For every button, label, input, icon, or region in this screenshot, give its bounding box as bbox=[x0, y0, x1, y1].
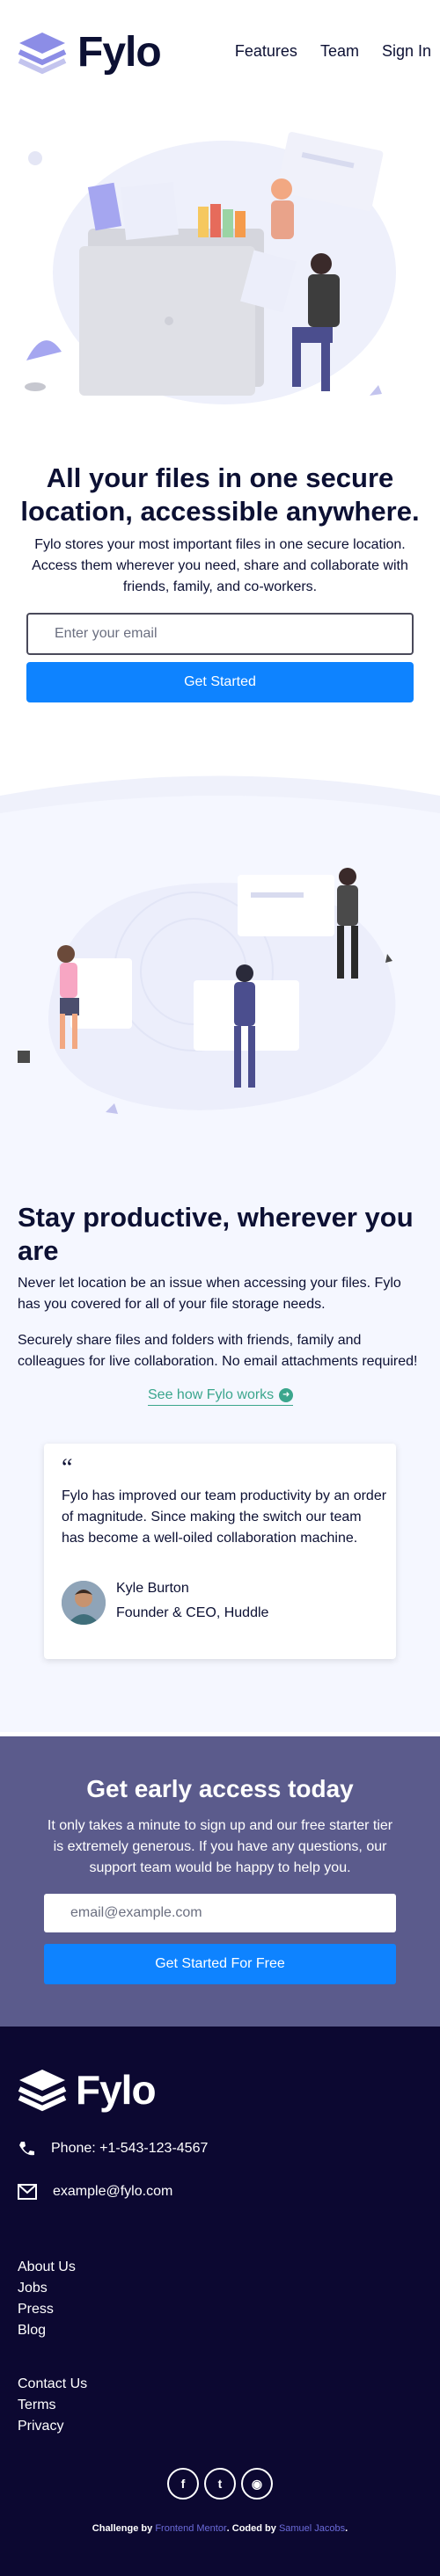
email-icon bbox=[18, 2184, 37, 2200]
logo-text: Fylo bbox=[77, 29, 162, 76]
avatar bbox=[62, 1581, 106, 1625]
footer-link-press[interactable]: Press bbox=[18, 2299, 76, 2320]
footer-links-1: About Us Jobs Press Blog bbox=[18, 2257, 76, 2341]
avatar-image bbox=[62, 1581, 106, 1625]
phone-icon bbox=[19, 2142, 34, 2156]
frontend-mentor-link[interactable]: Frontend Mentor bbox=[155, 2523, 226, 2534]
quote-icon: “ bbox=[62, 1454, 73, 1481]
footer-link-blog[interactable]: Blog bbox=[18, 2320, 76, 2341]
nav-item-team[interactable]: Team bbox=[320, 42, 359, 61]
footer-email-text: example@fylo.com bbox=[53, 2184, 173, 2199]
arrow-right-icon: ➜ bbox=[279, 1388, 294, 1402]
testimonial-text: Fylo has improved our team productivity … bbox=[62, 1488, 387, 1546]
attribution-pre: Challenge by bbox=[92, 2523, 153, 2534]
logo-icon bbox=[18, 32, 67, 74]
facebook-icon[interactable]: f bbox=[167, 2468, 199, 2500]
see-how-link[interactable]: See how Fylo works ➜ bbox=[148, 1387, 294, 1406]
footer-link-about[interactable]: About Us bbox=[18, 2257, 76, 2278]
testimonial-role: Founder & CEO, Huddle bbox=[116, 1605, 269, 1620]
get-started-free-button[interactable]: Get Started For Free bbox=[44, 1944, 396, 1984]
instagram-icon[interactable]: ◉ bbox=[241, 2468, 273, 2500]
productive-text-1: Never let location be an issue when acce… bbox=[18, 1276, 401, 1312]
productive-title: Stay productive, wherever you are bbox=[18, 1202, 414, 1266]
attribution-mid: . Coded by bbox=[226, 2523, 276, 2534]
nav-item-features[interactable]: Features bbox=[235, 42, 297, 61]
footer-link-terms[interactable]: Terms bbox=[18, 2395, 87, 2416]
header: Fylo Features Team Sign In bbox=[0, 0, 440, 106]
logo[interactable]: Fylo bbox=[18, 28, 162, 76]
attribution-end: . bbox=[345, 2523, 348, 2534]
get-started-button[interactable]: Get Started bbox=[26, 662, 414, 702]
author-link[interactable]: Samuel Jacobs bbox=[279, 2523, 345, 2534]
hero-title: All your files in one secure location, a… bbox=[20, 462, 420, 527]
cta-email-input[interactable]: email@example.com bbox=[44, 1894, 396, 1932]
footer-link-contact[interactable]: Contact Us bbox=[18, 2374, 87, 2395]
testimonial-card: “ Fylo has improved our team productivit… bbox=[44, 1444, 396, 1659]
cta-text: It only takes a minute to sign up and ou… bbox=[47, 1818, 393, 1875]
footer-phone-text: Phone: +1-543-123-4567 bbox=[51, 2141, 209, 2156]
see-how-link-label: See how Fylo works bbox=[148, 1387, 275, 1402]
cta-title: Get early access today bbox=[86, 1775, 354, 1802]
section-curve bbox=[0, 765, 440, 835]
hero-email-input[interactable]: Enter your email bbox=[26, 613, 414, 655]
attribution: Challenge by Frontend Mentor. Coded by S… bbox=[0, 2523, 440, 2534]
testimonial-name: Kyle Burton bbox=[116, 1581, 189, 1596]
footer-email: example@fylo.com bbox=[18, 2184, 172, 2200]
main-nav: Features Team Sign In bbox=[235, 42, 431, 61]
footer-link-privacy[interactable]: Privacy bbox=[18, 2416, 87, 2437]
productive-illustration bbox=[18, 868, 396, 1114]
nav-item-sign-in[interactable]: Sign In bbox=[382, 42, 431, 61]
footer-logo-text: Fylo bbox=[76, 2067, 157, 2113]
logo-icon bbox=[18, 2070, 67, 2112]
footer-link-jobs[interactable]: Jobs bbox=[18, 2278, 76, 2299]
hero-illustration bbox=[25, 132, 396, 404]
productive-text-2: Securely share files and folders with fr… bbox=[18, 1333, 418, 1369]
hero-text: Fylo stores your most important files in… bbox=[32, 537, 408, 594]
footer-logo[interactable]: Fylo bbox=[18, 2066, 157, 2114]
footer-links-2: Contact Us Terms Privacy bbox=[18, 2374, 87, 2437]
twitter-icon[interactable]: t bbox=[204, 2468, 236, 2500]
footer-phone: Phone: +1-543-123-4567 bbox=[18, 2140, 208, 2158]
